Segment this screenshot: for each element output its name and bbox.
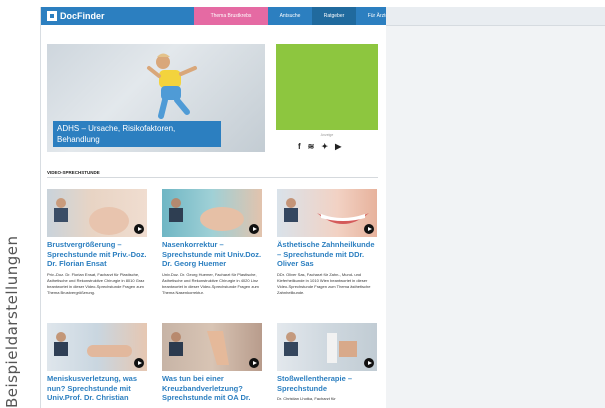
browser-page-frame: DocFinder Thema Brustkrebs Antsuche Ratg…: [40, 7, 605, 408]
doctor-portrait: [54, 198, 129, 235]
video-thumbnail[interactable]: [277, 323, 377, 371]
logo-text: DocFinder: [60, 11, 105, 21]
video-card-description: Dr. Christian Lhotka, Facharzt für: [277, 396, 336, 401]
video-card-description: Univ.Doz. Dr. Georg Huemer, Facharzt für…: [162, 271, 259, 295]
video-card[interactable]: Meniskusverletzung, was nun? Sprechstund…: [47, 323, 147, 403]
twitter-icon[interactable]: ✦: [321, 142, 328, 151]
rss-icon[interactable]: ≋: [308, 142, 315, 151]
hero-caption: ADHS – Ursache, Risikofaktoren, Behandlu…: [53, 121, 221, 147]
play-icon[interactable]: [249, 224, 259, 234]
play-icon[interactable]: [364, 358, 374, 368]
section-divider: [47, 177, 378, 178]
video-thumbnail[interactable]: [162, 189, 262, 237]
main-nav: Thema Brustkrebs Antsuche Ratgeber Für Ä…: [194, 7, 400, 25]
video-thumbnail[interactable]: [47, 189, 147, 237]
social-links: f ≋ ✦ ▶: [298, 142, 341, 151]
doctor-portrait: [169, 331, 229, 365]
header-background-extension: [386, 7, 605, 26]
video-card-title[interactable]: Meniskusverletzung, was nun? Sprechstund…: [47, 374, 147, 403]
doctor-portrait: [169, 198, 244, 231]
play-icon[interactable]: [249, 358, 259, 368]
video-card[interactable]: Ästhetische Zahnheilkunde – Sprechstunde…: [277, 189, 377, 296]
video-thumbnail[interactable]: [277, 189, 377, 237]
side-caption: Beispieldarstellungen: [3, 235, 21, 408]
ad-label: Anzeige: [320, 133, 334, 137]
jumping-child-image: [147, 53, 197, 119]
video-card[interactable]: Stoßwellentherapie – Sprechstunde Dr. Ch…: [277, 323, 377, 402]
play-icon[interactable]: [134, 358, 144, 368]
nav-antsuche[interactable]: Antsuche: [268, 7, 312, 25]
video-card[interactable]: Was tun bei einer Kreuzbandverletzung? S…: [162, 323, 262, 403]
play-icon[interactable]: [134, 224, 144, 234]
docfinder-logo[interactable]: DocFinder: [47, 10, 105, 22]
video-card-title[interactable]: Nasenkorrektur – Sprechstunde mit Univ.D…: [162, 240, 262, 269]
video-card[interactable]: Brustvergrößerung – Sprechstunde mit Pri…: [47, 189, 147, 296]
page-content: ADHS – Ursache, Risikofaktoren, Behandlu…: [41, 25, 386, 408]
doctor-portrait: [284, 332, 357, 363]
video-card[interactable]: Nasenkorrektur – Sprechstunde mit Univ.D…: [162, 189, 262, 296]
video-card-title[interactable]: Was tun bei einer Kreuzbandverletzung? S…: [162, 374, 262, 403]
play-icon[interactable]: [364, 224, 374, 234]
doctor-portrait: [284, 198, 369, 224]
section-title: VIDEO-SPRECHSTUNDE: [47, 170, 100, 175]
hero-article-teaser[interactable]: ADHS – Ursache, Risikofaktoren, Behandlu…: [47, 44, 265, 152]
video-thumbnail[interactable]: [162, 323, 262, 371]
youtube-icon[interactable]: ▶: [335, 142, 341, 151]
facebook-icon[interactable]: f: [298, 142, 301, 151]
logo-icon: [47, 11, 57, 21]
doctor-portrait: [54, 332, 132, 357]
video-card-title[interactable]: Stoßwellentherapie – Sprechstunde: [277, 374, 377, 393]
nav-thema-brustkrebs[interactable]: Thema Brustkrebs: [194, 7, 268, 25]
video-card-description: Priv.-Doz. Dr. Florian Ensat, Facharzt f…: [47, 271, 145, 295]
video-card-description: DDr. Oliver Sas, Facharzt für Zahn-, Mun…: [277, 271, 371, 295]
video-card-title[interactable]: Ästhetische Zahnheilkunde – Sprechstunde…: [277, 240, 377, 269]
video-card-title[interactable]: Brustvergrößerung – Sprechstunde mit Pri…: [47, 240, 147, 269]
video-thumbnail[interactable]: [47, 323, 147, 371]
nav-ratgeber[interactable]: Ratgeber: [312, 7, 356, 25]
advertisement-banner[interactable]: [276, 44, 378, 130]
